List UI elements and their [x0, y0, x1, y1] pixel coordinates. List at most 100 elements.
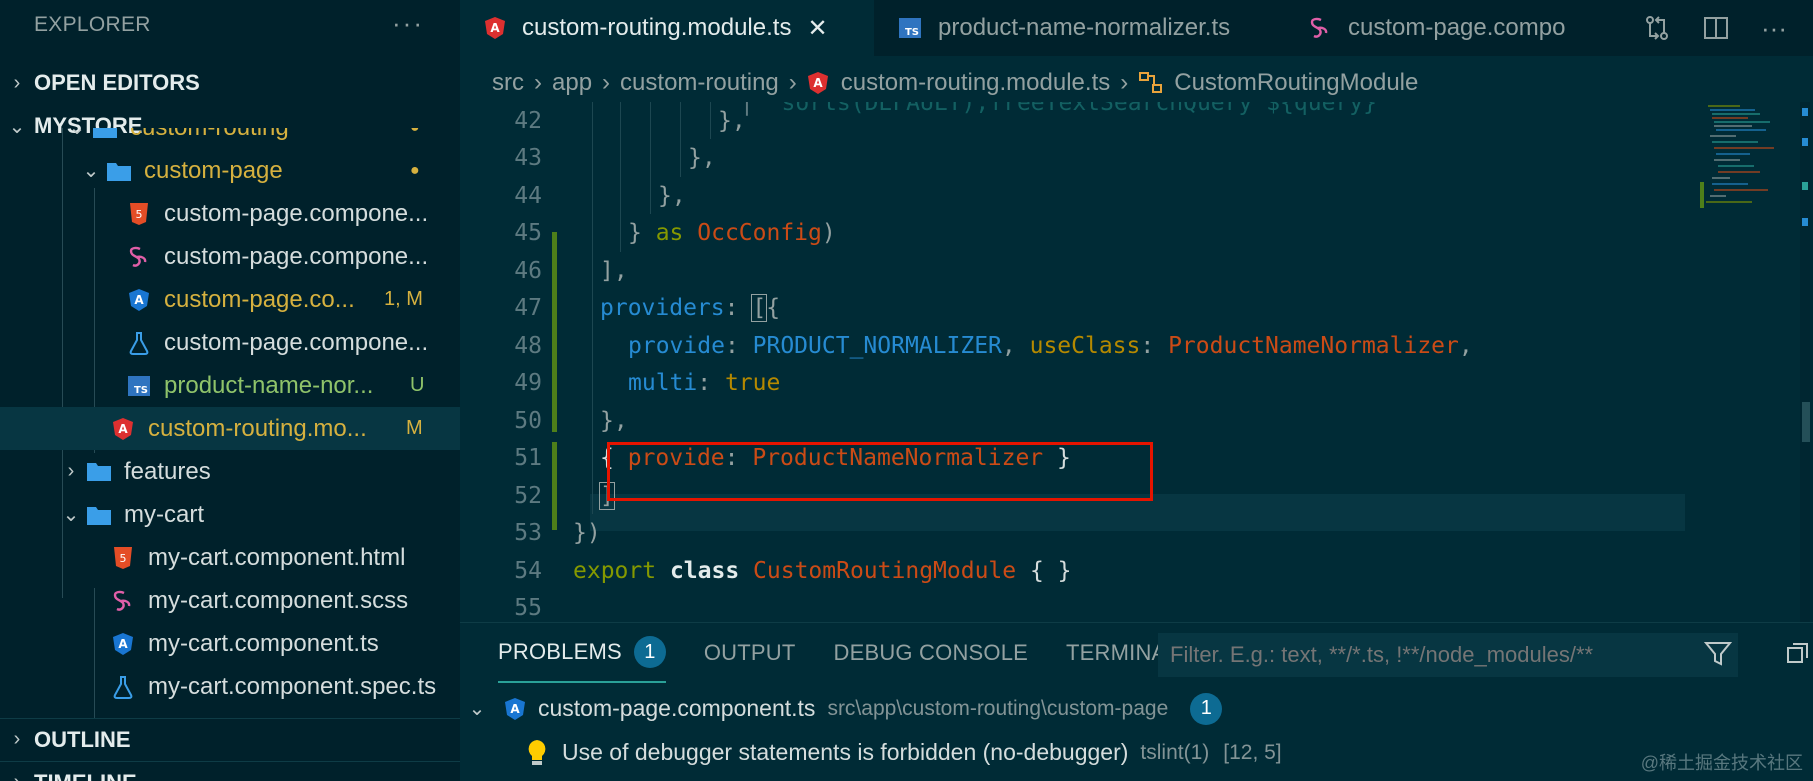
tab-problems[interactable]: PROBLEMS 1 — [498, 623, 666, 683]
tree-item-custom-page[interactable]: ⌄ custom-page ● — [0, 149, 460, 192]
line-number: 51 — [514, 445, 542, 472]
code-line: 54 export class CustomRoutingModule { } — [460, 552, 1710, 590]
tab-label: DEBUG CONSOLE — [833, 640, 1029, 665]
code-token: ProductNameNormalizer — [1168, 332, 1459, 359]
more-actions-icon[interactable]: ··· — [392, 8, 424, 39]
tab-product-name-normalizer[interactable]: TS product-name-normalizer.ts — [874, 0, 1284, 56]
breadcrumb-item[interactable]: src — [492, 69, 524, 97]
code-token: : — [724, 332, 753, 359]
tab-custom-routing-module[interactable]: A custom-routing.module.ts ✕ — [460, 0, 874, 56]
code-line: 45 } as OccConfig) — [460, 215, 1710, 253]
timeline-label: TIMELINE — [34, 770, 137, 781]
svg-text:TS: TS — [134, 385, 148, 396]
minimap[interactable] — [1700, 102, 1810, 622]
problem-file-row[interactable]: ⌄ A custom-page.component.ts src\app\cus… — [460, 687, 1813, 730]
code-text: }, — [658, 182, 686, 209]
explorer-sidebar: EXPLORER ··· › OPEN EDITORS ⌄ MYSTORE ⌄ … — [0, 0, 460, 781]
split-editor-icon[interactable] — [1703, 15, 1729, 41]
timeline-section[interactable]: › TIMELINE — [0, 761, 460, 781]
tree-item-file-selected[interactable]: A custom-routing.mo... M — [0, 407, 460, 450]
tree-item-label: custom-page.co... — [164, 285, 355, 313]
tree-item-label: custom-routing.mo... — [148, 414, 367, 442]
editor-area: A custom-routing.module.ts ✕ TS product-… — [460, 0, 1813, 781]
tree-item-file[interactable]: A custom-page.co... 1, M — [0, 278, 460, 321]
code-token: as — [655, 220, 684, 247]
code-line: 48 provide: PRODUCT_NORMALIZER, useClass… — [460, 327, 1710, 365]
tree-item-file[interactable]: custom-page.compone... — [0, 235, 460, 278]
scss-file-icon — [126, 244, 152, 270]
svg-text:A: A — [118, 637, 128, 651]
panel-tabs: PROBLEMS 1 OUTPUT DEBUG CONSOLE TERMINAL — [460, 623, 1813, 683]
problems-filter-input[interactable] — [1158, 633, 1738, 677]
watermark: @稀土掘金技术社区 — [1640, 753, 1803, 773]
code-text: }) — [573, 520, 601, 547]
indent-guide — [710, 102, 711, 139]
editor-actions: ··· — [1643, 0, 1813, 56]
lightbulb-icon[interactable] — [526, 739, 548, 767]
breadcrumb-item[interactable]: app — [552, 69, 592, 97]
tab-debug-console[interactable]: DEBUG CONSOLE — [834, 623, 1029, 683]
chevron-right-icon: › — [788, 69, 797, 96]
tree-item-features[interactable]: › features — [0, 450, 460, 493]
tree-item-custom-routing[interactable]: ⌄ custom-routing ● — [0, 128, 460, 149]
breadcrumb-item[interactable]: custom-routing.module.ts — [841, 69, 1110, 97]
modified-dot: ● — [410, 128, 420, 137]
tree-item-file[interactable]: my-cart.component.scss — [0, 579, 460, 622]
modified-dot: ● — [410, 161, 420, 179]
tree-item-file[interactable]: 5 custom-page.compone... — [0, 192, 460, 235]
tree-item-label: my-cart.component.ts — [148, 629, 379, 657]
tree-item-my-cart[interactable]: ⌄ my-cart — [0, 493, 460, 536]
tree-item-file[interactable]: my-cart.component.spec.ts — [0, 665, 460, 708]
tree-item-file[interactable]: 5 my-cart.component.html — [0, 536, 460, 579]
tree-item-label: my-cart.component.html — [148, 543, 406, 571]
problem-file-name: custom-page.component.ts — [538, 695, 816, 721]
problem-source: tslint(1) — [1140, 740, 1210, 764]
compare-changes-icon[interactable] — [1643, 14, 1671, 42]
tree-item-label: my-cart.component.scss — [148, 586, 409, 614]
html-file-icon: 5 — [126, 201, 152, 227]
code-token: : — [697, 370, 725, 397]
collapse-all-icon[interactable] — [1786, 641, 1810, 665]
tab-custom-page-component[interactable]: custom-page.compo — [1284, 0, 1574, 56]
line-number: 49 — [514, 370, 542, 397]
code-text: }, — [718, 107, 746, 134]
filter-icon[interactable] — [1704, 641, 1732, 667]
svg-text:A: A — [490, 21, 500, 35]
tree-item-file[interactable]: custom-page.compone... — [0, 321, 460, 364]
code-editor[interactable]: | `sorts(DEFAULT),freeTextSearchQuery ${… — [460, 102, 1813, 622]
line-number: 46 — [514, 257, 542, 284]
tree-item-file[interactable]: TS product-name-nor... U — [0, 364, 460, 407]
angular-icon: A — [484, 16, 506, 40]
breadcrumb-item[interactable]: custom-routing — [620, 69, 779, 97]
outline-section[interactable]: › OUTLINE — [0, 718, 460, 760]
chevron-right-icon: › — [1120, 69, 1129, 96]
problem-item[interactable]: Use of debugger statements is forbidden … — [460, 731, 1813, 774]
folder-open-icon — [86, 502, 112, 528]
chevron-right-icon: › — [67, 460, 75, 482]
tree-item-label: my-cart — [124, 500, 204, 528]
tab-output[interactable]: OUTPUT — [704, 623, 796, 683]
breadcrumb-item[interactable]: CustomRoutingModule — [1174, 69, 1418, 97]
indent-guide — [592, 102, 593, 514]
tab-label: custom-routing.module.ts — [522, 14, 792, 41]
open-editors-section[interactable]: › OPEN EDITORS — [0, 62, 460, 104]
chevron-right-icon: › — [534, 69, 542, 96]
folder-icon — [86, 459, 112, 485]
close-icon[interactable]: ✕ — [807, 14, 827, 43]
bottom-panel: PROBLEMS 1 OUTPUT DEBUG CONSOLE TERMINAL… — [460, 622, 1813, 781]
code-token: { — [766, 295, 781, 322]
svg-text:A: A — [510, 702, 520, 716]
tree-item-label: my-cart.component.spec.ts — [148, 672, 437, 700]
more-actions-icon[interactable]: ··· — [1761, 13, 1787, 44]
svg-text:A: A — [134, 293, 144, 307]
code-token: providers — [600, 295, 725, 322]
code-token: useClass — [1029, 332, 1141, 359]
code-token: export — [573, 557, 657, 584]
tree-item-label: product-name-nor... — [164, 371, 374, 399]
code-token: } — [628, 220, 656, 247]
code-token: multi — [628, 370, 698, 397]
code-line: 46 ], — [460, 252, 1710, 290]
angular-icon: A — [807, 71, 829, 95]
tree-item-file[interactable]: A my-cart.component.ts — [0, 622, 460, 665]
code-line: 53 }) — [460, 515, 1710, 553]
